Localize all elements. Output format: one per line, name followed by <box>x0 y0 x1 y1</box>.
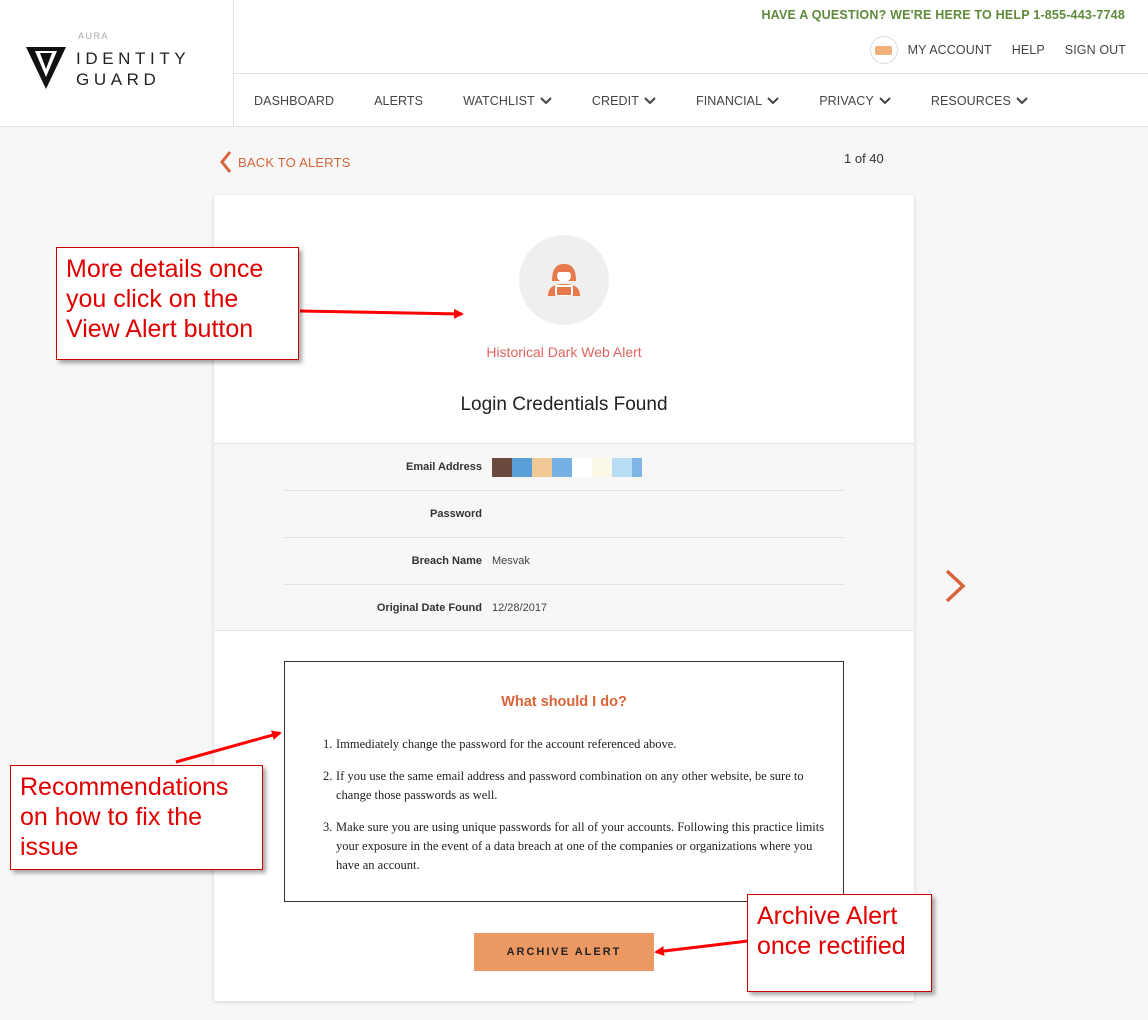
list-item-text: Immediately change the password for the … <box>336 737 677 751</box>
nav-financial[interactable]: FINANCIAL <box>696 94 779 108</box>
help-link[interactable]: HELP <box>1012 43 1045 57</box>
list-item-text: Make sure you are using unique passwords… <box>336 820 825 872</box>
nav-credit[interactable]: CREDIT <box>592 94 656 108</box>
logo-identity-text: IDENTITY <box>76 49 191 68</box>
identity-guard-logo-icon <box>26 47 66 89</box>
list-item: 3. Make sure you are using unique passwo… <box>323 818 833 875</box>
nav-alerts-label: ALERTS <box>374 93 424 108</box>
avatar[interactable] <box>869 36 898 64</box>
nav-watchlist-label: WATCHLIST <box>463 93 535 108</box>
detail-label: Breach Name <box>411 555 482 567</box>
recommendations-title: What should I do? <box>501 694 627 710</box>
detail-value: Mesvak <box>492 555 530 567</box>
logo[interactable]: AURA IDENTITY GUARD <box>0 0 234 127</box>
annotation-details-note: More details once you click on the View … <box>56 247 299 360</box>
nav-privacy[interactable]: PRIVACY <box>819 94 891 108</box>
detail-row-email: Email Address <box>284 444 844 491</box>
redaction-block <box>572 457 592 477</box>
chevron-down-icon <box>540 96 552 104</box>
detail-value: 12/28/2017 <box>492 601 548 614</box>
logo-guard-text: GUARD <box>76 70 161 89</box>
detail-label: Email Address <box>405 461 482 473</box>
alert-icon-badge <box>519 235 609 325</box>
chevron-left-icon <box>220 151 232 173</box>
alert-type-label: Historical Dark Web Alert <box>486 344 642 360</box>
chevron-down-icon <box>879 96 891 104</box>
archive-alert-button[interactable]: ARCHIVE ALERT <box>474 933 654 971</box>
list-item: 2. If you use the same email address and… <box>323 767 833 805</box>
alert-title: Login Credentials Found <box>460 394 668 415</box>
redaction-block <box>532 457 552 477</box>
header: AURA IDENTITY GUARD HAVE A QUESTION? WE'… <box>0 0 1148 127</box>
list-item: 1. Immediately change the password for t… <box>323 735 833 754</box>
account-menu: MY ACCOUNT HELP SIGN OUT <box>869 36 1126 64</box>
redaction-block <box>612 457 632 477</box>
list-item-text: If you use the same email address and pa… <box>336 769 804 802</box>
nav-watchlist[interactable]: WATCHLIST <box>463 94 552 108</box>
next-alert-arrow-icon[interactable] <box>943 568 967 604</box>
redaction-block <box>492 457 512 477</box>
nav-dashboard[interactable]: DASHBOARD <box>254 94 334 108</box>
redaction-block <box>592 457 612 477</box>
nav-resources-label: RESOURCES <box>930 93 1011 108</box>
help-phone-line[interactable]: HAVE A QUESTION? WE'RE HERE TO HELP 1-85… <box>761 8 1125 22</box>
nav-alerts[interactable]: ALERTS <box>374 94 423 108</box>
nav-resources[interactable]: RESOURCES <box>931 94 1028 108</box>
detail-label: Original Date Found <box>376 601 482 614</box>
redaction-block <box>512 457 532 477</box>
nav-privacy-label: PRIVACY <box>819 93 874 108</box>
alert-pagination: 1 of 40 <box>844 151 884 166</box>
list-item-number: 1. <box>323 737 333 751</box>
nav-financial-label: FINANCIAL <box>695 93 763 108</box>
redaction-block <box>632 457 642 477</box>
list-item-number: 3. <box>323 820 333 834</box>
detail-row-password: Password <box>284 491 844 538</box>
detail-row-date-found: Original Date Found 12/28/2017 <box>284 584 844 631</box>
nav-credit-label: CREDIT <box>591 93 639 108</box>
annotation-recommendations-note: Recommendations on how to fix the issue <box>10 765 263 870</box>
chevron-down-icon <box>767 96 779 104</box>
detail-label: Password <box>430 508 482 520</box>
list-item-number: 2. <box>323 769 333 783</box>
redaction-block <box>552 457 572 477</box>
back-to-alerts-label: BACK TO ALERTS <box>238 154 351 170</box>
logo-aura-text: AURA <box>78 31 110 41</box>
sign-out-link[interactable]: SIGN OUT <box>1065 43 1126 57</box>
alert-detail-card: Historical Dark Web Alert Login Credenti… <box>214 195 914 1001</box>
chevron-down-icon <box>644 96 656 104</box>
hacker-icon <box>548 264 580 296</box>
back-to-alerts-link[interactable]: BACK TO ALERTS <box>220 150 351 174</box>
chevron-down-icon <box>1016 96 1028 104</box>
my-account-link[interactable]: MY ACCOUNT <box>908 43 992 57</box>
nav-dashboard-label: DASHBOARD <box>254 93 335 108</box>
recommendations-list: 1. Immediately change the password for t… <box>323 735 833 888</box>
annotation-archive-note: Archive Alert once rectified <box>747 894 932 992</box>
recommendations-box: What should I do? 1. Immediately change … <box>284 661 844 902</box>
detail-row-breach-name: Breach Name Mesvak <box>284 538 844 585</box>
avatar-icon <box>875 45 893 55</box>
redacted-email-value <box>492 457 642 477</box>
main-nav: DASHBOARD ALERTS WATCHLIST CREDIT FINANC… <box>234 73 1148 127</box>
alert-details-table: Email Address Password Breach Name Mesva… <box>214 443 914 631</box>
